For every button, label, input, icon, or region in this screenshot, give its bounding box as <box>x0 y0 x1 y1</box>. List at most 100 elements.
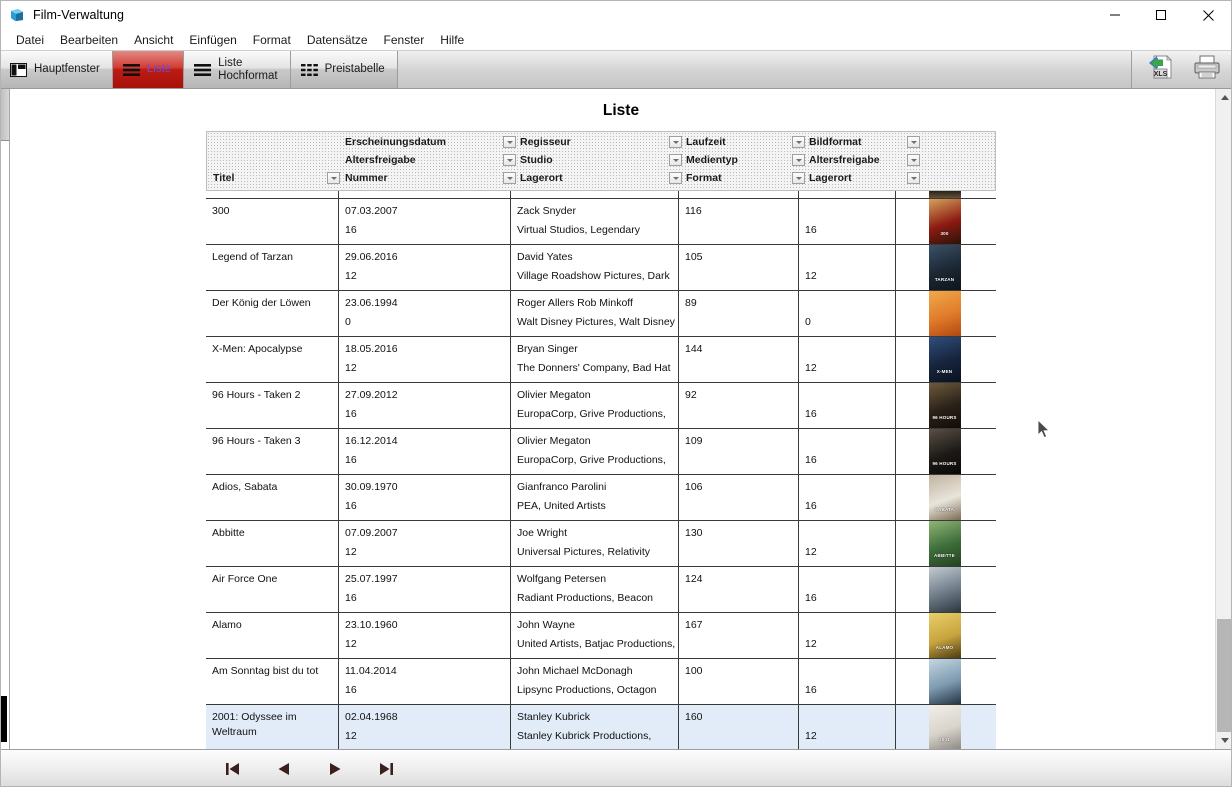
cell-text-regisseur: Olivier Megaton <box>517 388 678 403</box>
header-group-datum: Erscheinungsdatum Altersfreigabe Nummer <box>345 132 505 192</box>
maximize-button[interactable] <box>1138 0 1184 30</box>
cell-text-datum: 30.09.1970 <box>345 480 510 495</box>
cell-text: 109 <box>685 434 798 449</box>
table-row[interactable]: 96 Hours - Taken 316.12.201416Olivier Me… <box>206 429 996 475</box>
cell-titel: 96 Hours - Taken 2 <box>206 383 339 428</box>
table-row[interactable] <box>206 191 996 199</box>
menu-item-bearbeiten[interactable]: Bearbeiten <box>52 30 126 51</box>
cell-laufzeit: 109 <box>679 429 799 474</box>
table-row[interactable]: Abbitte07.09.200712Joe WrightUniversal P… <box>206 521 996 567</box>
medientyp-dropdown[interactable] <box>669 154 682 166</box>
cell-text-datum: 18.05.2016 <box>345 342 510 357</box>
poster-image: 2001 <box>929 705 961 749</box>
table-row[interactable]: Am Sonntag bist du tot11.04.201416John M… <box>206 659 996 705</box>
cell-text-datum: 23.10.1960 <box>345 618 510 633</box>
poster-image: X-MEN <box>929 337 961 382</box>
next-record-button[interactable] <box>324 759 346 779</box>
altersfreigabe-dropdown[interactable] <box>792 154 805 166</box>
titel-sort-dropdown[interactable] <box>327 172 340 184</box>
cell-altersfreigabe: 16 <box>799 383 896 428</box>
app-film-icon <box>9 7 25 23</box>
table-row[interactable]: X-Men: Apocalypse18.05.201612Bryan Singe… <box>206 337 996 383</box>
cell-nummer: 27.09.201216 <box>339 383 511 428</box>
table-row[interactable]: Adios, Sabata 30.09.1970 16 Gianfranco Paro… <box>206 475 996 521</box>
table-row[interactable]: Der König der Löwen23.06.19940Roger Alle… <box>206 291 996 337</box>
cell-text-studio: Radiant Productions, Beacon <box>517 591 678 606</box>
header-label: Erscheinungsdatum <box>345 134 446 150</box>
studio-dropdown[interactable] <box>503 154 516 166</box>
header-cell-bildformat: Bildformat <box>792 134 912 150</box>
window-controls <box>1092 0 1232 30</box>
last-record-button[interactable] <box>375 759 397 779</box>
header-label: Altersfreigabe <box>809 152 880 168</box>
close-button[interactable] <box>1184 0 1232 30</box>
cell-regisseur: Gianfranco ParoliniPEA, United Artists <box>511 475 679 520</box>
previous-record-button[interactable] <box>273 759 295 779</box>
cell-titel <box>206 191 339 198</box>
cell-nummer: 11.04.201416 <box>339 659 511 704</box>
cell-text-nummer: 16 <box>345 683 510 698</box>
tab-hauptfenster[interactable]: Hauptfenster <box>0 51 113 88</box>
scroll-up-button[interactable] <box>1216 89 1232 106</box>
list-rows-icon <box>194 63 211 77</box>
laufzeit-dropdown[interactable] <box>669 136 682 148</box>
cell-laufzeit: 130 <box>679 521 799 566</box>
lagerort-dropdown-2[interactable] <box>792 172 805 184</box>
scrollbar-thumb[interactable] <box>1217 619 1232 739</box>
cell-titel: X-Men: Apocalypse <box>206 337 339 382</box>
tab-liste[interactable]: Liste <box>113 51 184 88</box>
tab-label: Liste <box>147 63 171 76</box>
table-row[interactable]: Alamo23.10.196012John WayneUnited Artist… <box>206 613 996 659</box>
cell-nummer: 16.12.201416 <box>339 429 511 474</box>
menu-item-ansicht[interactable]: Ansicht <box>126 30 181 51</box>
lagerort-dropdown-1[interactable] <box>503 172 516 184</box>
table-row[interactable]: 2001: Odyssee im Weltraum02.04.196812Sta… <box>206 705 996 749</box>
cell-laufzeit: 92 <box>679 383 799 428</box>
bildformat-dropdown[interactable] <box>792 136 805 148</box>
menu-item-fenster[interactable]: Fenster <box>376 30 433 51</box>
extra-dropdown-3[interactable] <box>907 172 920 184</box>
header-cell-titel: Titel <box>213 170 340 186</box>
cell-text-datum: 07.09.2007 <box>345 526 510 541</box>
regisseur-dropdown[interactable] <box>503 136 516 148</box>
cell-altersfreigabe: 16 <box>799 475 896 520</box>
cell-text-studio: United Artists, Batjac Productions, <box>517 637 678 652</box>
scroll-down-button[interactable] <box>1216 732 1232 749</box>
cell-regisseur: John Michael McDonaghLipsync Productions… <box>511 659 679 704</box>
poster-image: 96 HOURS <box>929 429 961 474</box>
cell-altersfreigabe: 12 <box>799 613 896 658</box>
table-row[interactable]: 96 Hours - Taken 227.09.201216 Olivier Me… <box>206 383 996 429</box>
skip-to-first-icon <box>224 761 242 777</box>
cell-text: Am Sonntag bist du tot <box>212 664 338 679</box>
minimize-button[interactable] <box>1092 0 1138 30</box>
cell-text: 105 <box>685 250 798 265</box>
menu-item-datei[interactable]: Datei <box>8 30 52 51</box>
cell-text: 130 <box>685 526 798 541</box>
menu-item-datensaetze[interactable]: Datensätze <box>299 30 376 51</box>
cell-poster: 96 HOURS <box>896 383 993 428</box>
export-xls-icon[interactable]: XLS <box>1146 53 1174 86</box>
tab-liste-hochformat[interactable]: Liste Hochformat <box>184 51 290 88</box>
table-row[interactable]: Air Force One25.07.199716Wolfgang Peters… <box>206 567 996 613</box>
cell-altersfreigabe: 12 <box>799 245 896 290</box>
header-cell-erscheinungsdatum: Erscheinungsdatum <box>345 134 505 150</box>
printer-icon[interactable] <box>1192 53 1222 86</box>
menu-item-hilfe[interactable]: Hilfe <box>432 30 472 51</box>
menu-item-einfuegen[interactable]: Einfügen <box>181 30 244 51</box>
cell-regisseur: Stanley KubrickStanley Kubrick Productio… <box>511 705 679 749</box>
table-row[interactable]: 30007.03.200716Zack SnyderVirtual Studio… <box>206 199 996 245</box>
cell-text-studio: The Donners' Company, Bad Hat <box>517 361 678 376</box>
vertical-scrollbar[interactable] <box>1215 89 1232 749</box>
first-record-button[interactable] <box>222 759 244 779</box>
menu-item-format[interactable]: Format <box>245 30 299 51</box>
header-cell-format: Format <box>669 170 789 186</box>
table-row[interactable]: Legend of Tarzan29.06.201612David YatesV… <box>206 245 996 291</box>
extra-dropdown-1[interactable] <box>907 136 920 148</box>
cell-laufzeit: 144 <box>679 337 799 382</box>
cell-text-regisseur: Olivier Megaton <box>517 434 678 449</box>
extra-dropdown-2[interactable] <box>907 154 920 166</box>
tab-preistabelle[interactable]: Preistabelle <box>291 51 398 88</box>
cell-text-nummer: 12 <box>345 361 510 376</box>
format-dropdown[interactable] <box>669 172 682 184</box>
cell-titel: Adios, Sabata <box>206 475 339 520</box>
